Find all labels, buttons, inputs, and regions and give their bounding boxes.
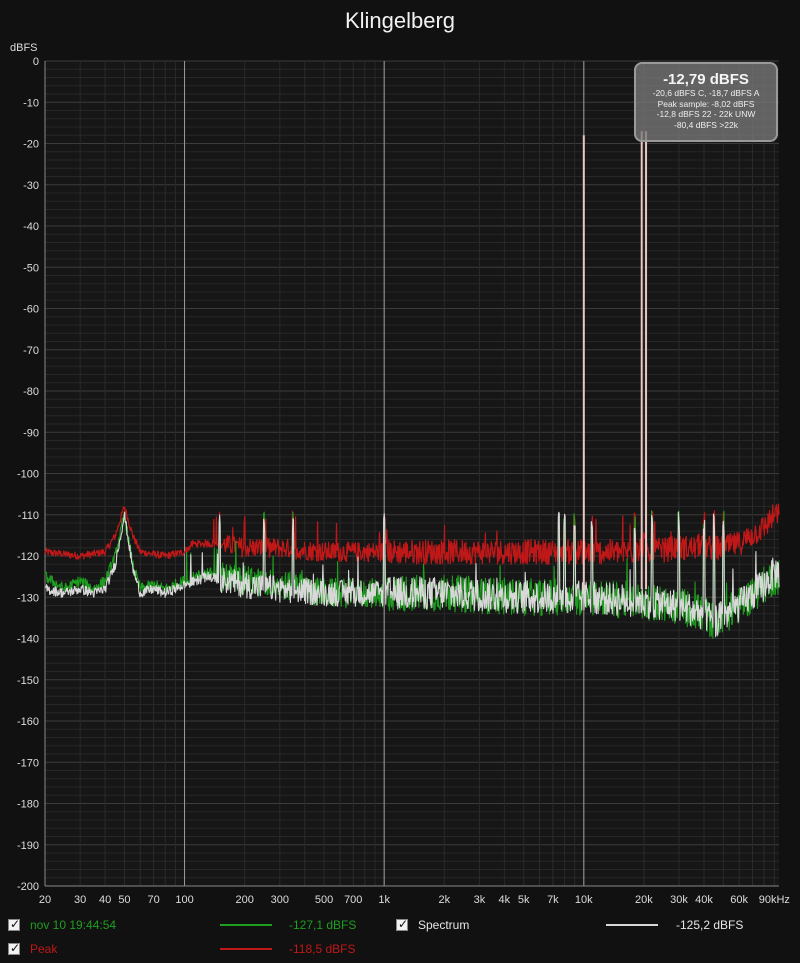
x-tick-label: 30: [74, 894, 86, 906]
legend-trace-measurement[interactable]: nov 10 19:44:54: [8, 916, 116, 934]
legend-trace-peak[interactable]: Peak: [8, 940, 57, 958]
y-tick-label: -140: [17, 634, 39, 646]
x-tick-label: 40: [99, 894, 111, 906]
level-readout-panel: -12,79 dBFS -20,6 dBFS C, -18,7 dBFS A P…: [634, 62, 778, 142]
y-tick-label: -100: [17, 469, 39, 481]
y-tick-label: 0: [33, 56, 39, 68]
measurement-value: -127,1 dBFS: [289, 918, 357, 932]
y-tick-label: -50: [23, 262, 39, 274]
y-tick-label: -10: [23, 97, 39, 109]
y-tick-label: -190: [17, 840, 39, 852]
y-tick-label: -30: [23, 180, 39, 192]
x-tick-label: 20: [39, 894, 51, 906]
measurement-swatch: [220, 924, 272, 926]
y-tick-label: -80: [23, 386, 39, 398]
x-tick-label: 100: [175, 894, 193, 906]
readout-line: -20,6 dBFS C, -18,7 dBFS A: [652, 88, 760, 98]
y-tick-label: -180: [17, 799, 39, 811]
readout-line: -80,4 dBFS >22k: [673, 119, 739, 130]
y-axis-unit: dBFS: [10, 42, 38, 54]
x-tick-label: 3k: [474, 894, 486, 906]
measurement-checkbox[interactable]: [8, 917, 20, 931]
legend-trace-spectrum[interactable]: Spectrum: [396, 916, 469, 934]
y-tick-label: -70: [23, 345, 39, 357]
y-tick-label: -160: [17, 716, 39, 728]
y-tick-label: -40: [23, 221, 39, 233]
x-tick-label: 2k: [438, 894, 450, 906]
x-tick-label: 20k: [635, 894, 653, 906]
x-tick-label: 1k: [378, 894, 390, 906]
y-tick-label: -60: [23, 304, 39, 316]
peak-value: -118,5 dBFS: [289, 942, 356, 956]
y-tick-label: -170: [17, 757, 39, 769]
readout-main-value: -12,79 dBFS: [663, 71, 749, 88]
y-tick-label: -90: [23, 427, 39, 439]
x-tick-label: 500: [315, 894, 333, 906]
y-tick-label: -150: [17, 675, 39, 687]
y-tick-label: -130: [17, 592, 39, 604]
measurement-label: nov 10 19:44:54: [30, 918, 117, 932]
x-tick-label: 70: [147, 894, 159, 906]
y-tick-label: -200: [17, 881, 39, 893]
x-tick-label: 50: [118, 894, 130, 906]
x-tick-label: 60k: [730, 894, 748, 906]
x-tick-label: 10k: [575, 894, 593, 906]
spectrum-value: -125,2 dBFS: [676, 918, 744, 932]
peak-swatch: [220, 948, 272, 950]
readout-line: -12,8 dBFS 22 - 22k UNW: [656, 109, 756, 119]
x-tick-label: 30k: [670, 894, 688, 906]
spectrum-swatch: [606, 924, 658, 926]
y-tick-label: -20: [23, 139, 39, 151]
x-tick-label: 200: [235, 894, 253, 906]
spectrum-checkbox[interactable]: [396, 917, 408, 931]
x-tick-label: 4k: [499, 894, 511, 906]
x-tick-label: 90kHz: [759, 894, 790, 906]
x-tick-label: 40k: [695, 894, 713, 906]
x-tick-label: 7k: [547, 894, 559, 906]
chart-title: Klingelberg: [344, 8, 456, 33]
x-tick-label: 5k: [518, 894, 530, 906]
spectrum-chart: 0 -10 -20 -30 -40 -50 -60 -70 -80 -90 -100 -110 -120…: [17, 56, 790, 906]
x-tick-label: 700: [344, 894, 362, 906]
x-tick-label: 300: [271, 894, 289, 906]
readout-line: Peak sample: -8,02 dBFS: [657, 98, 755, 109]
peak-checkbox[interactable]: [8, 941, 20, 955]
peak-label: Peak: [30, 942, 58, 956]
y-tick-label: -110: [18, 510, 39, 522]
y-tick-label: -120: [17, 551, 39, 563]
spectrum-label: Spectrum: [418, 918, 470, 932]
